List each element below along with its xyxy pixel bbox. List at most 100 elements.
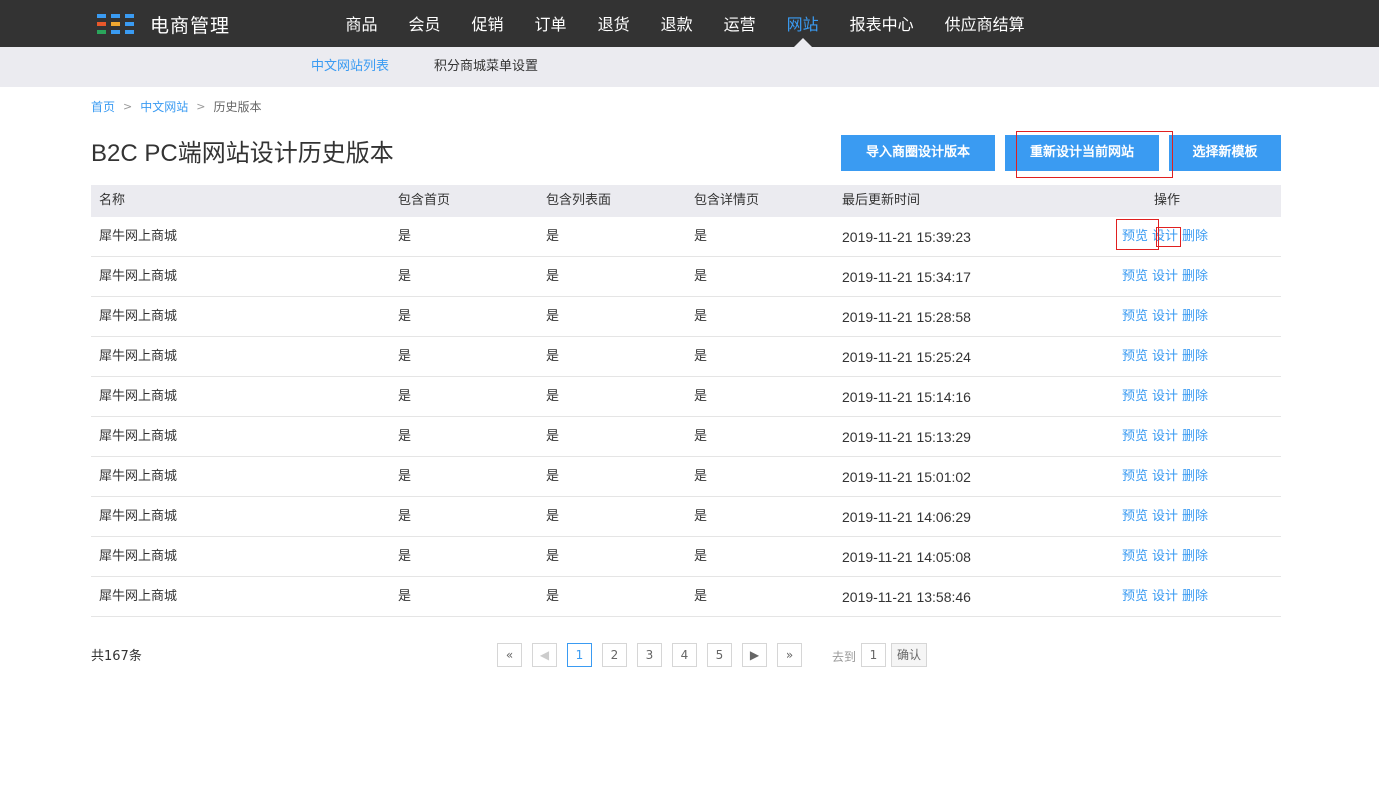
preview-link[interactable]: 预览 (1122, 309, 1148, 324)
main-nav: 商品 会员 促销 订单 退货 退款 运营 网站 报表中心 供应商结算 (330, 0, 1040, 47)
design-link[interactable]: 设计 (1152, 309, 1178, 324)
preview-link[interactable]: 预览 (1122, 269, 1148, 284)
cell-operations: 预览 设计 删除 (1122, 377, 1212, 417)
cell-detail: 是 (694, 229, 708, 244)
design-link[interactable]: 设计 (1152, 549, 1178, 564)
cell-name: 犀牛网上商城 (99, 469, 178, 484)
total-count: 共167条 (91, 649, 142, 664)
delete-link[interactable]: 删除 (1182, 469, 1208, 484)
grid-logo-icon (97, 13, 135, 35)
cell-operations: 预览 设计 删除 (1122, 417, 1212, 457)
table-row: 犀牛网上商城 是 是 是 2019-11-21 14:06:29 预览 设计 删除 (91, 497, 1281, 537)
cell-operations: 预览 设计 删除 (1122, 457, 1212, 497)
table-row: 犀牛网上商城 是 是 是 2019-11-21 15:25:24 预览 设计 删除 (91, 337, 1281, 377)
nav-item-3[interactable]: 订单 (519, 0, 582, 47)
cell-time: 2019-11-21 15:34:17 (842, 269, 971, 285)
header-time: 最后更新时间 (842, 193, 921, 208)
nav-item-8[interactable]: 报表中心 (834, 0, 929, 47)
cell-home: 是 (398, 349, 412, 364)
nav-item-1[interactable]: 会员 (393, 0, 456, 47)
header-op: 操作 (1154, 193, 1181, 208)
table-row: 犀牛网上商城 是 是 是 2019-11-21 15:01:02 预览 设计 删除 (91, 457, 1281, 497)
nav-item-7[interactable]: 网站 (771, 0, 834, 47)
cell-list: 是 (546, 509, 560, 524)
preview-link[interactable]: 预览 (1122, 509, 1148, 524)
page-title: B2C PC端网站设计历史版本 (91, 140, 394, 167)
cell-name: 犀牛网上商城 (99, 549, 178, 564)
choose-template-button[interactable]: 选择新模板 (1169, 135, 1281, 171)
delete-link[interactable]: 删除 (1182, 309, 1208, 324)
design-link[interactable]: 设计 (1152, 469, 1178, 484)
table-row: 犀牛网上商城 是 是 是 2019-11-21 15:34:17 预览 设计 删除 (91, 257, 1281, 297)
header-detail: 包含详情页 (694, 193, 760, 208)
cell-detail: 是 (694, 389, 708, 404)
goto-label: 去到 (832, 650, 857, 664)
delete-link[interactable]: 删除 (1182, 509, 1208, 524)
cell-detail: 是 (694, 469, 708, 484)
cell-name: 犀牛网上商城 (99, 229, 178, 244)
delete-link[interactable]: 删除 (1182, 429, 1208, 444)
nav-item-9[interactable]: 供应商结算 (929, 0, 1040, 47)
preview-link[interactable]: 预览 (1122, 589, 1148, 604)
cell-name: 犀牛网上商城 (99, 389, 178, 404)
page-button-2[interactable]: 2 (602, 643, 627, 667)
cell-operations: 预览 设计 删除 (1122, 537, 1212, 577)
preview-link[interactable]: 预览 (1122, 549, 1148, 564)
cell-detail: 是 (694, 309, 708, 324)
delete-link[interactable]: 删除 (1182, 589, 1208, 604)
design-link[interactable]: 设计 (1152, 429, 1178, 444)
next-page-button[interactable]: ▶ (742, 643, 767, 667)
preview-link[interactable]: 预览 (1122, 229, 1148, 244)
delete-link[interactable]: 删除 (1182, 229, 1208, 244)
preview-link[interactable]: 预览 (1122, 389, 1148, 404)
goto-page-input[interactable] (861, 643, 886, 667)
nav-item-4[interactable]: 退货 (582, 0, 645, 47)
preview-link[interactable]: 预览 (1122, 349, 1148, 364)
breadcrumb-home[interactable]: 首页 (91, 98, 115, 115)
history-table: 名称 包含首页 包含列表面 包含详情页 最后更新时间 操作 犀牛网上商城是是是 2… (91, 185, 1281, 617)
page-button-5[interactable]: 5 (707, 643, 732, 667)
goto-confirm-button[interactable]: 确认 (891, 643, 927, 667)
delete-link[interactable]: 删除 (1182, 549, 1208, 564)
cell-time: 2019-11-21 13:58:46 (842, 589, 971, 605)
last-page-button[interactable]: » (777, 643, 802, 667)
nav-item-6[interactable]: 运营 (708, 0, 771, 47)
cell-home: 是 (398, 589, 412, 604)
delete-link[interactable]: 删除 (1182, 269, 1208, 284)
cell-detail: 是 (694, 429, 708, 444)
subnav-item-site-list[interactable]: 中文网站列表 (311, 47, 389, 87)
prev-page-button[interactable]: ◀ (532, 643, 557, 667)
design-link[interactable]: 设计 (1152, 269, 1178, 284)
design-link[interactable]: 设计 (1152, 349, 1178, 364)
preview-link[interactable]: 预览 (1122, 469, 1148, 484)
nav-item-0[interactable]: 商品 (330, 0, 393, 47)
table-row: 犀牛网上商城 是 是 是 2019-11-21 13:58:46 预览 设计 删除 (91, 577, 1281, 617)
cell-name: 犀牛网上商城 (99, 429, 178, 444)
cell-list: 是 (546, 429, 560, 444)
import-design-button[interactable]: 导入商圈设计版本 (841, 135, 995, 171)
breadcrumb-section[interactable]: 中文网站 (140, 98, 188, 115)
redesign-site-button[interactable]: 重新设计当前网站 (1005, 135, 1159, 171)
cell-operations: 预览 设计 删除 (1122, 577, 1212, 617)
cell-home: 是 (398, 269, 412, 284)
subnav-item-points-menu[interactable]: 积分商城菜单设置 (434, 47, 538, 87)
delete-link[interactable]: 删除 (1182, 349, 1208, 364)
cell-list: 是 (546, 269, 560, 284)
first-page-button[interactable]: « (497, 643, 522, 667)
preview-link[interactable]: 预览 (1122, 429, 1148, 444)
cell-operations: 预览 设计 删除 (1122, 497, 1212, 537)
app-logo[interactable]: 电商管理 (97, 10, 230, 38)
design-link[interactable]: 设计 (1152, 509, 1178, 524)
page-button-1[interactable]: 1 (567, 643, 592, 667)
delete-link[interactable]: 删除 (1182, 389, 1208, 404)
cell-name: 犀牛网上商城 (99, 309, 178, 324)
nav-item-2[interactable]: 促销 (456, 0, 519, 47)
design-link[interactable]: 设计 (1152, 389, 1178, 404)
nav-item-5[interactable]: 退款 (645, 0, 708, 47)
page-button-4[interactable]: 4 (672, 643, 697, 667)
design-link[interactable]: 设计 (1152, 589, 1178, 604)
design-link[interactable]: 设计 (1152, 229, 1178, 244)
breadcrumb-current: 历史版本 (213, 100, 262, 114)
table-row: 犀牛网上商城 是 是 是 2019-11-21 15:13:29 预览 设计 删除 (91, 417, 1281, 457)
page-button-3[interactable]: 3 (637, 643, 662, 667)
